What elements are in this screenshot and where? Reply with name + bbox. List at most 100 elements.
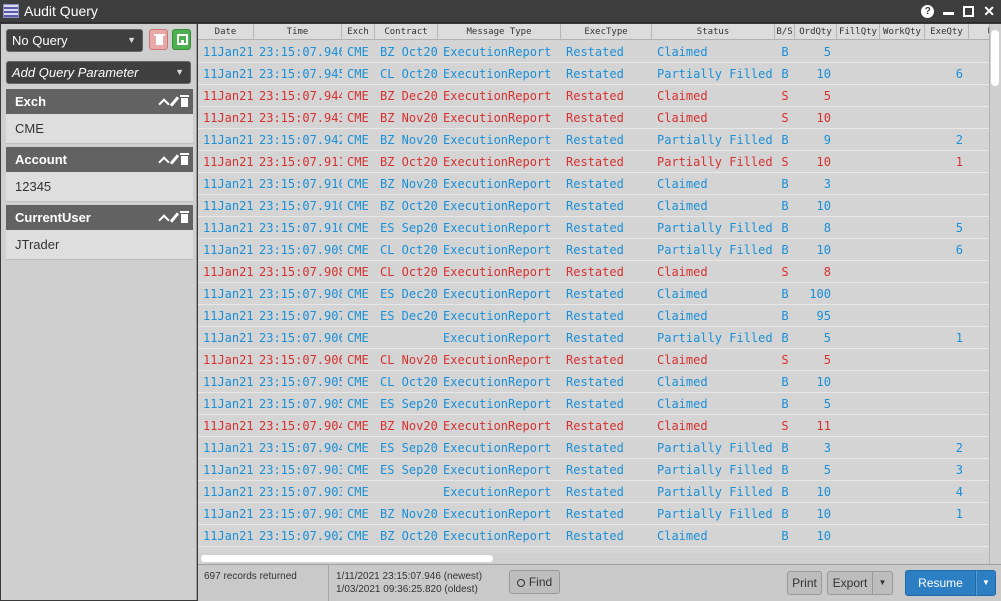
resume-dropdown-button[interactable]: ▼ (976, 570, 996, 596)
cell-status: Partially Filled (657, 221, 773, 235)
table-row[interactable]: 11Jan21 23:15:07.910 CME ES Sep20 ExecutionR… (198, 217, 989, 239)
table-row[interactable]: 11Jan21 23:15:07.942 CME BZ Nov20 ExecutionR… (198, 129, 989, 151)
find-button[interactable]: Find (509, 570, 560, 594)
maximize-icon[interactable] (963, 5, 975, 17)
cell-message-type: ExecutionReport (443, 45, 552, 59)
help-icon[interactable]: ? (921, 4, 935, 18)
horizontal-scroll-thumb[interactable] (201, 555, 493, 562)
cell-buy-sell: B (781, 441, 789, 455)
cell-ord-qty: 5 (823, 89, 831, 103)
cell-exch: CME (347, 529, 369, 543)
footer-divider (328, 565, 329, 601)
cell-fill-qty (837, 349, 880, 370)
vertical-scrollbar[interactable] (989, 24, 1001, 564)
cell-time: 23:15:07.911 (259, 155, 342, 169)
cell-un (969, 437, 989, 458)
column-header-message-type[interactable]: Message Type (438, 24, 561, 39)
table-row[interactable]: 11Jan21 23:15:07.903 CME BZ Nov20 ExecutionR… (198, 503, 989, 525)
export-dropdown-button[interactable]: ▼ (873, 571, 893, 595)
cell-un (969, 481, 989, 502)
table-row[interactable]: 11Jan21 23:15:07.905 CME ES Sep20 ExecutionR… (198, 393, 989, 415)
edit-icon[interactable] (169, 212, 180, 223)
cell-exch: CME (347, 463, 369, 477)
column-header-time[interactable]: Time (254, 24, 342, 39)
trash-icon[interactable] (180, 153, 189, 165)
column-header-work-qty[interactable]: WorkQty (880, 24, 925, 39)
cell-date: 11Jan21 (203, 199, 254, 213)
cell-un (969, 261, 989, 282)
cell-fill-qty (837, 151, 880, 172)
column-header-exec-type[interactable]: ExecType (561, 24, 652, 39)
edit-icon[interactable] (169, 96, 180, 107)
save-query-button[interactable] (172, 29, 191, 50)
resume-button[interactable]: Resume (905, 570, 976, 596)
cell-ord-qty: 5 (823, 353, 831, 367)
print-button[interactable]: Print (787, 571, 822, 595)
column-header-status[interactable]: Status (652, 24, 775, 39)
cell-time: 23:15:07.904 (259, 441, 342, 455)
table-row[interactable]: 11Jan21 23:15:07.906 CME CL Nov20 ExecutionR… (198, 349, 989, 371)
cell-buy-sell: B (781, 397, 789, 411)
table-row[interactable]: 11Jan21 23:15:07.903 CME ExecutionReport Res… (198, 481, 989, 503)
table-row[interactable]: 11Jan21 23:15:07.910 CME BZ Nov20 ExecutionR… (198, 173, 989, 195)
cell-date: 11Jan21 (203, 67, 254, 81)
param-header: CurrentUser (6, 205, 193, 230)
cell-contract: CL Oct20 (380, 375, 438, 389)
table-row[interactable]: 11Jan21 23:15:07.946 CME BZ Oct20 ExecutionR… (198, 41, 989, 63)
cell-work-qty (880, 239, 925, 260)
column-header-exch[interactable]: Exch (342, 24, 375, 39)
column-header-date[interactable]: Date (198, 24, 254, 39)
add-query-parameter-select[interactable]: Add Query Parameter ▼ (6, 61, 191, 84)
cell-message-type: ExecutionReport (443, 221, 552, 235)
edit-icon[interactable] (169, 154, 180, 165)
collapse-icon[interactable] (158, 213, 170, 226)
table-row[interactable]: 11Jan21 23:15:07.904 CME BZ Nov20 ExecutionR… (198, 415, 989, 437)
column-header-un[interactable]: Un (969, 24, 989, 39)
trash-icon[interactable] (180, 211, 189, 223)
horizontal-scrollbar[interactable] (198, 553, 989, 564)
cell-time: 23:15:07.909 (259, 243, 342, 257)
export-button[interactable]: Export (827, 571, 873, 595)
table-row[interactable]: 11Jan21 23:15:07.903 CME ES Sep20 ExecutionR… (198, 459, 989, 481)
collapse-icon[interactable] (158, 97, 170, 110)
cell-time: 23:15:07.903 (259, 507, 342, 521)
table-row[interactable]: 11Jan21 23:15:07.944 CME BZ Dec20 ExecutionR… (198, 85, 989, 107)
table-row[interactable]: 11Jan21 23:15:07.907 CME ES Dec20 ExecutionR… (198, 305, 989, 327)
cell-exe-qty (925, 283, 969, 304)
close-icon[interactable]: ✕ (983, 2, 995, 20)
column-header-ord-qty[interactable]: OrdQty (795, 24, 837, 39)
cell-exch: CME (347, 331, 369, 345)
table-row[interactable]: 11Jan21 23:15:07.945 CME CL Oct20 ExecutionR… (198, 63, 989, 85)
delete-query-button[interactable] (149, 29, 168, 50)
table-row[interactable]: 11Jan21 23:15:07.908 CME ES Dec20 ExecutionR… (198, 283, 989, 305)
cell-buy-sell: B (781, 309, 789, 323)
cell-work-qty (880, 151, 925, 172)
cell-exch: CME (347, 243, 369, 257)
column-header-contract[interactable]: Contract (375, 24, 438, 39)
table-row[interactable]: 11Jan21 23:15:07.908 CME CL Oct20 ExecutionR… (198, 261, 989, 283)
table-row[interactable]: 11Jan21 23:15:07.905 CME CL Oct20 ExecutionR… (198, 371, 989, 393)
cell-status: Claimed (657, 177, 708, 191)
table-row[interactable]: 11Jan21 23:15:07.910 CME BZ Oct20 ExecutionR… (198, 195, 989, 217)
query-select[interactable]: No Query ▼ (6, 29, 143, 52)
collapse-icon[interactable] (158, 155, 170, 168)
column-header-buy-sell[interactable]: B/S (775, 24, 795, 39)
cell-date: 11Jan21 (203, 441, 254, 455)
vertical-scroll-thumb[interactable] (991, 30, 999, 86)
query-sidebar: No Query ▼ Add Query Parameter ▼ Exch CM… (1, 24, 197, 600)
table-row[interactable]: 11Jan21 23:15:07.902 CME BZ Oct20 ExecutionR… (198, 525, 989, 547)
table-row[interactable]: 11Jan21 23:15:07.909 CME CL Oct20 ExecutionR… (198, 239, 989, 261)
table-row[interactable]: 11Jan21 23:15:07.943 CME BZ Nov20 ExecutionR… (198, 107, 989, 129)
trash-icon[interactable] (180, 95, 189, 107)
column-header-fill-qty[interactable]: FillQty (837, 24, 880, 39)
cell-time: 23:15:07.945 (259, 67, 342, 81)
cell-exe-qty (925, 393, 969, 414)
table-row[interactable]: 11Jan21 23:15:07.911 CME BZ Oct20 ExecutionR… (198, 151, 989, 173)
column-header-exe-qty[interactable]: ExeQty (925, 24, 969, 39)
cell-un (969, 41, 989, 62)
table-row[interactable]: 11Jan21 23:15:07.904 CME ES Sep20 ExecutionR… (198, 437, 989, 459)
table-row[interactable]: 11Jan21 23:15:07.906 CME ExecutionReport Res… (198, 327, 989, 349)
cell-time: 23:15:07.905 (259, 375, 342, 389)
minimize-icon[interactable] (943, 11, 955, 15)
cell-exec-type: Restated (566, 441, 624, 455)
